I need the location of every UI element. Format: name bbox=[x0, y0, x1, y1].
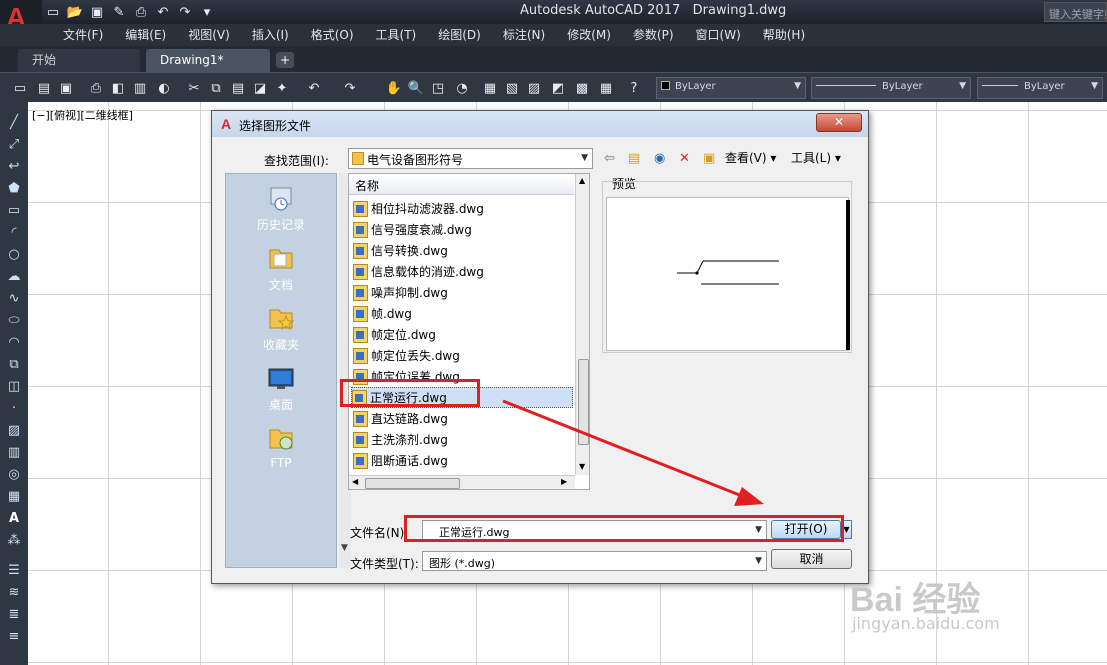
annotation-arrow bbox=[502, 399, 764, 506]
baidu-watermark-url: jingyan.baidu.com bbox=[852, 614, 1000, 633]
